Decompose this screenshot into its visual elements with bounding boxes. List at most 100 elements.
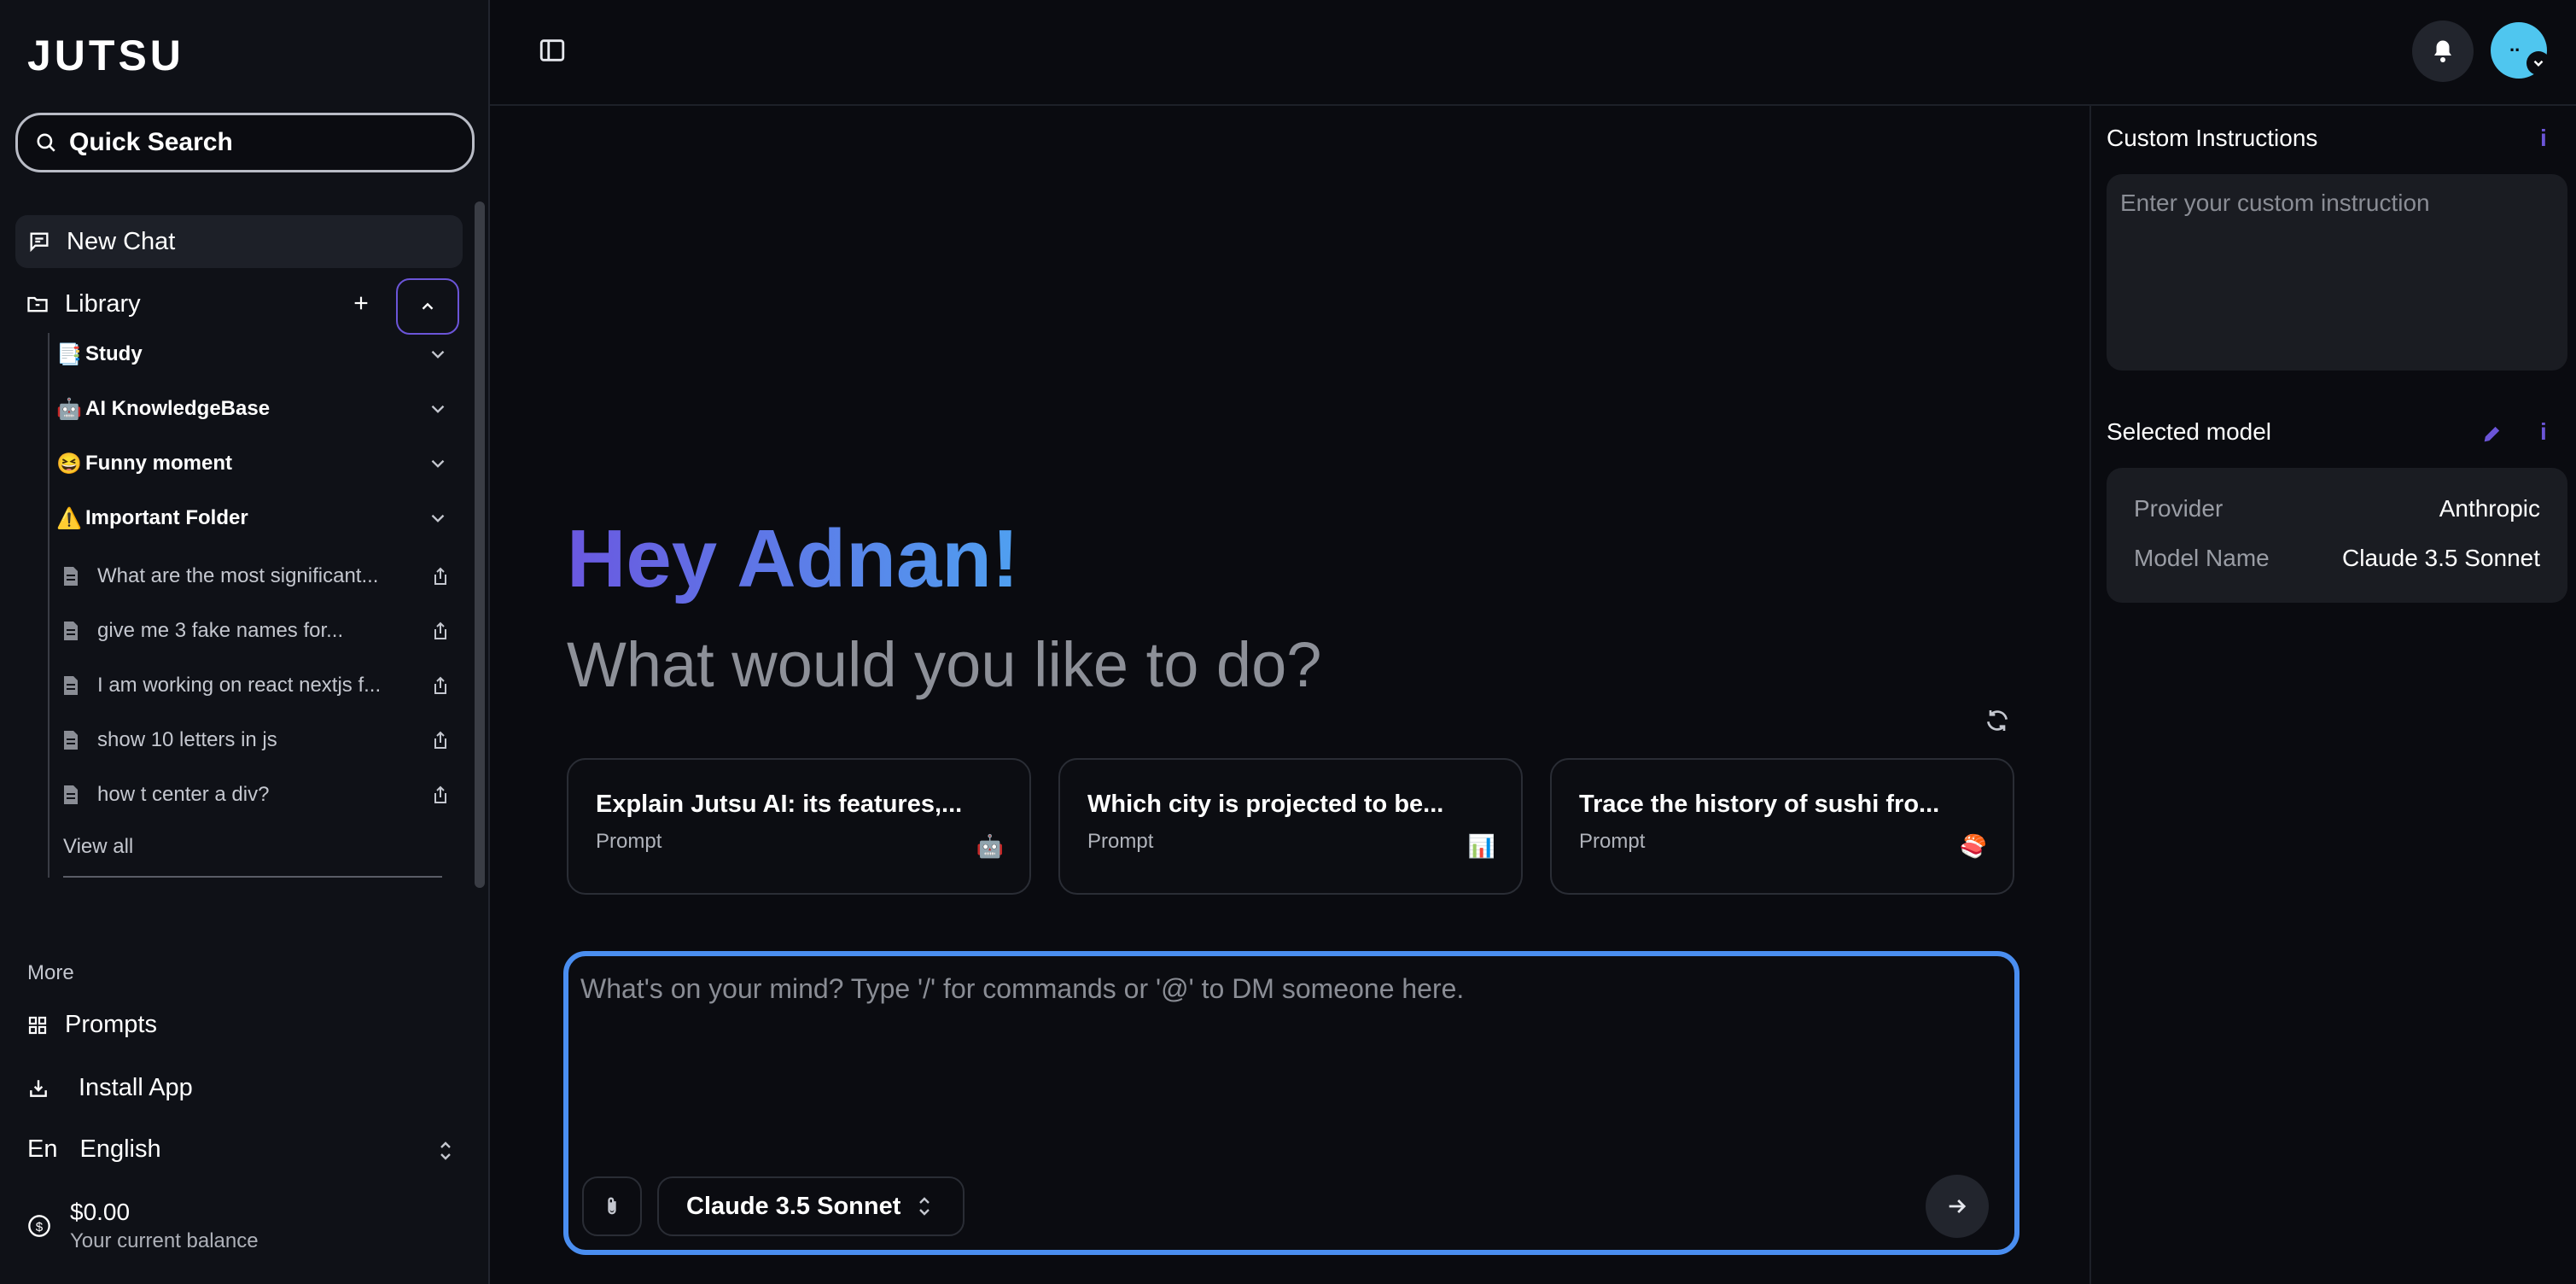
attach-file-button[interactable] <box>582 1176 642 1236</box>
composer-placeholder[interactable]: What's on your mind? Type '/' for comman… <box>580 973 1464 1005</box>
folder-item-important-folder[interactable]: ⚠️ Important Folder <box>56 497 449 540</box>
custom-instructions-title: Custom Instructions <box>2107 125 2318 151</box>
prompt-card-title: Explain Jutsu AI: its features,... <box>596 791 963 818</box>
prompt-suggestion-card[interactable]: Trace the history of sushi fro... Prompt… <box>1550 758 2014 895</box>
prompt-card-title: Trace the history of sushi fro... <box>1579 791 1940 818</box>
quick-search-label: Quick Search <box>69 128 233 156</box>
info-icon[interactable]: i <box>2540 125 2547 152</box>
chat-item[interactable]: What are the most significant... <box>61 555 449 598</box>
more-section-label: More <box>27 961 74 984</box>
library-tree-line <box>48 333 50 878</box>
provider-value: Anthropic <box>2439 495 2540 522</box>
model-name-label: Model Name <box>2134 545 2270 571</box>
robot-icon: 🤖 <box>976 833 1004 859</box>
install-app-link[interactable]: Install App <box>27 1074 193 1102</box>
account-menu-button[interactable] <box>2526 51 2550 75</box>
prompt-card-title: Which city is projected to be... <box>1087 791 1444 818</box>
search-icon <box>37 133 55 152</box>
svg-text:$: $ <box>36 1220 44 1234</box>
folder-item-study[interactable]: 📑 Study <box>56 333 449 376</box>
chat-item[interactable]: show 10 letters in js <box>61 719 449 762</box>
share-icon[interactable] <box>432 785 449 804</box>
chat-icon <box>30 232 49 253</box>
language-code: En <box>27 1135 58 1163</box>
prompt-card-type: Prompt <box>1579 830 1646 853</box>
chat-item-label: What are the most significant... <box>97 564 379 587</box>
model-name-value: Claude 3.5 Sonnet <box>2342 545 2540 571</box>
send-button[interactable] <box>1926 1175 1989 1238</box>
chat-item-label: how t center a div? <box>97 783 270 806</box>
prompt-card-type: Prompt <box>1087 830 1154 853</box>
chevron-down-icon[interactable] <box>427 507 449 529</box>
chat-item-label: give me 3 fake names for... <box>97 619 344 642</box>
share-icon[interactable] <box>432 567 449 586</box>
document-icon <box>64 567 78 586</box>
new-chat-button[interactable]: New Chat <box>15 215 463 268</box>
balance-info: $ $0.00 Your current balance <box>27 1199 259 1253</box>
selected-model-title: Selected model <box>2107 418 2272 445</box>
library-header[interactable]: Library <box>26 282 141 326</box>
language-selector[interactable]: En English <box>27 1135 161 1164</box>
model-selector[interactable]: Claude 3.5 Sonnet <box>657 1176 965 1236</box>
chevron-down-icon <box>2533 60 2544 67</box>
folder-emoji: 📑 <box>56 342 82 366</box>
avatar-face-icon: .. <box>2509 34 2521 55</box>
share-icon[interactable] <box>432 731 449 750</box>
quick-search-button[interactable]: Quick Search <box>15 113 475 172</box>
library-collapse-button[interactable] <box>396 278 459 335</box>
add-folder-button[interactable] <box>352 287 370 320</box>
download-icon <box>30 1079 47 1097</box>
balance-amount: $0.00 <box>70 1199 131 1225</box>
info-icon[interactable]: i <box>2540 418 2547 446</box>
app-logo[interactable]: JUTSU <box>27 31 184 80</box>
balance-label: Your current balance <box>70 1229 259 1252</box>
model-selector-label: Claude 3.5 Sonnet <box>686 1192 901 1220</box>
prompt-suggestion-card[interactable]: Explain Jutsu AI: its features,... Promp… <box>567 758 1031 895</box>
bell-icon <box>2434 40 2451 62</box>
selected-model-card: Provider Anthropic Model Name Claude 3.5… <box>2107 468 2567 603</box>
prompt-card-type: Prompt <box>596 830 662 853</box>
prompt-suggestion-card[interactable]: Which city is projected to be... Prompt … <box>1058 758 1523 895</box>
folder-icon <box>27 296 48 312</box>
share-icon[interactable] <box>432 676 449 695</box>
folder-item-ai-knowledgebase[interactable]: 🤖 AI KnowledgeBase <box>56 388 449 430</box>
share-icon[interactable] <box>432 622 449 640</box>
folder-emoji: 🤖 <box>56 397 82 421</box>
chat-item[interactable]: how t center a div? <box>61 773 449 816</box>
prompts-link[interactable]: Prompts <box>27 1011 157 1039</box>
folder-label: Study <box>85 342 143 365</box>
new-chat-label: New Chat <box>67 227 176 255</box>
chevron-down-icon[interactable] <box>427 452 449 475</box>
paperclip-icon <box>608 1197 616 1215</box>
chat-item-label: I am working on react nextjs f... <box>97 674 382 697</box>
document-icon <box>64 676 78 695</box>
pencil-icon[interactable] <box>2480 422 2504 446</box>
sidebar: JUTSU Quick Search New Chat Library 📑 St… <box>0 0 490 1284</box>
folder-emoji: 😆 <box>56 452 82 476</box>
chevron-down-icon[interactable] <box>427 343 449 365</box>
library-label: Library <box>65 289 141 318</box>
greeting-heading: Hey Adnan! <box>567 513 1019 604</box>
install-app-label: Install App <box>79 1074 193 1101</box>
selector-icon[interactable] <box>437 1139 454 1163</box>
chat-item[interactable]: I am working on react nextjs f... <box>61 664 449 707</box>
chevron-down-icon[interactable] <box>427 398 449 420</box>
folder-emoji: ⚠️ <box>56 506 82 530</box>
document-icon <box>64 731 78 750</box>
greeting-subtitle: What would you like to do? <box>567 629 1322 700</box>
selector-icon <box>919 1197 930 1216</box>
sidebar-toggle-icon[interactable] <box>538 36 567 65</box>
chat-item[interactable]: give me 3 fake names for... <box>61 610 449 652</box>
chat-item-label: show 10 letters in js <box>97 728 277 751</box>
document-icon <box>64 622 78 640</box>
folder-item-funny-moment[interactable]: 😆 Funny moment <box>56 442 449 485</box>
sidebar-scrollbar[interactable] <box>475 201 485 888</box>
arrow-right-icon <box>1949 1199 1967 1213</box>
view-all-link[interactable]: View all <box>63 835 133 859</box>
chart-icon: 📊 <box>1467 833 1495 859</box>
notifications-button[interactable] <box>2412 20 2474 82</box>
language-label: English <box>79 1135 161 1163</box>
custom-instructions-input[interactable]: Enter your custom instruction <box>2107 174 2567 371</box>
refresh-icon[interactable] <box>1984 707 2011 734</box>
grid-icon <box>28 1016 47 1034</box>
